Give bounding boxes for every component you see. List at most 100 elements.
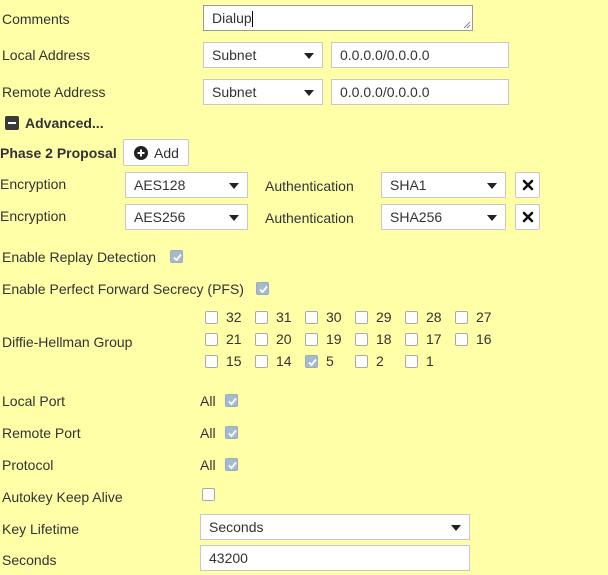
text-cursor bbox=[251, 11, 253, 28]
comments-value: Dialup bbox=[212, 10, 252, 26]
remote-address-type-select[interactable]: Subnet bbox=[203, 79, 323, 105]
protocol-value: All bbox=[200, 457, 216, 473]
dh-group-checkbox[interactable] bbox=[355, 333, 368, 346]
dh-group-value: 1 bbox=[426, 353, 434, 369]
pfs-checkbox[interactable] bbox=[256, 282, 269, 295]
dh-group-value: 15 bbox=[226, 353, 242, 369]
check-icon bbox=[259, 285, 268, 294]
remote-port-value: All bbox=[200, 425, 216, 441]
dh-group-value: 19 bbox=[326, 331, 342, 347]
dh-group-value: 5 bbox=[326, 353, 334, 369]
dh-group-checkbox[interactable] bbox=[255, 311, 268, 324]
dh-group-checkbox[interactable] bbox=[455, 311, 468, 324]
local-port-value: All bbox=[200, 393, 216, 409]
chevron-down-icon bbox=[304, 90, 314, 96]
authentication-select[interactable]: SHA1 bbox=[381, 172, 506, 198]
remote-address-input[interactable]: 0.0.0.0/0.0.0.0 bbox=[331, 79, 509, 105]
dh-group-value: 17 bbox=[426, 331, 442, 347]
advanced-label: Advanced... bbox=[25, 115, 104, 131]
chevron-down-icon bbox=[487, 215, 497, 221]
dh-group-value: 21 bbox=[226, 331, 242, 347]
seconds-value: 43200 bbox=[209, 550, 248, 566]
dh-group-value: 31 bbox=[276, 309, 292, 325]
resize-grip-icon[interactable] bbox=[463, 21, 471, 29]
check-icon bbox=[228, 397, 237, 406]
authentication-value: SHA1 bbox=[390, 177, 427, 193]
replay-detection-label: Enable Replay Detection bbox=[2, 249, 157, 265]
dh-group-label: Diffie-Hellman Group bbox=[2, 334, 133, 350]
authentication-label: Authentication bbox=[265, 178, 354, 194]
key-lifetime-value: Seconds bbox=[209, 519, 264, 535]
chevron-down-icon bbox=[229, 215, 239, 221]
encryption-label: Encryption bbox=[0, 176, 67, 192]
chevron-down-icon bbox=[304, 53, 314, 59]
local-port-label: Local Port bbox=[2, 393, 66, 409]
dh-group-value: 18 bbox=[376, 331, 392, 347]
dh-group-checkbox[interactable] bbox=[255, 355, 268, 368]
replay-detection-checkbox[interactable] bbox=[170, 250, 183, 263]
encryption-select[interactable]: AES128 bbox=[125, 172, 248, 198]
x-icon bbox=[522, 211, 534, 223]
check-icon bbox=[173, 253, 182, 262]
protocol-all-checkbox[interactable] bbox=[225, 458, 238, 471]
protocol-label: Protocol bbox=[2, 457, 54, 473]
authentication-select[interactable]: SHA256 bbox=[381, 204, 506, 230]
chevron-down-icon bbox=[229, 183, 239, 189]
comments-input[interactable]: Dialup bbox=[203, 5, 473, 31]
local-address-type-select[interactable]: Subnet bbox=[203, 42, 323, 68]
dh-group-checkbox[interactable] bbox=[405, 311, 418, 324]
key-lifetime-select[interactable]: Seconds bbox=[200, 514, 470, 540]
encryption-value: AES128 bbox=[134, 177, 186, 193]
remote-port-label: Remote Port bbox=[2, 425, 81, 441]
autokey-label: Autokey Keep Alive bbox=[2, 489, 123, 505]
encryption-select[interactable]: AES256 bbox=[125, 204, 248, 230]
dh-group-checkbox[interactable] bbox=[205, 333, 218, 346]
autokey-checkbox[interactable] bbox=[202, 488, 215, 501]
minus-square-icon bbox=[5, 116, 19, 130]
local-address-value: 0.0.0.0/0.0.0.0 bbox=[340, 47, 430, 63]
dh-group-checkbox[interactable] bbox=[405, 355, 418, 368]
dh-group-value: 32 bbox=[226, 309, 242, 325]
remote-address-type-value: Subnet bbox=[212, 84, 257, 100]
dh-group-value: 28 bbox=[426, 309, 442, 325]
dh-group-checkbox[interactable] bbox=[405, 333, 418, 346]
remote-port-all-checkbox[interactable] bbox=[225, 426, 238, 439]
remote-address-label: Remote Address bbox=[2, 84, 106, 100]
dh-group-checkbox[interactable] bbox=[355, 311, 368, 324]
plus-circle-icon bbox=[134, 146, 148, 160]
dh-group-value: 14 bbox=[276, 353, 292, 369]
dh-group-checkbox[interactable] bbox=[205, 311, 218, 324]
remove-proposal-button[interactable] bbox=[515, 172, 540, 198]
phase2-proposal-label: Phase 2 Proposal bbox=[0, 145, 117, 161]
check-icon bbox=[228, 461, 237, 470]
pfs-label: Enable Perfect Forward Secrecy (PFS) bbox=[2, 281, 244, 297]
dh-group-value: 29 bbox=[376, 309, 392, 325]
local-address-input[interactable]: 0.0.0.0/0.0.0.0 bbox=[331, 42, 509, 68]
local-address-type-value: Subnet bbox=[212, 47, 257, 63]
dh-group-value: 27 bbox=[476, 309, 492, 325]
dh-group-checkbox[interactable] bbox=[305, 333, 318, 346]
chevron-down-icon bbox=[451, 525, 461, 531]
comments-label: Comments bbox=[2, 11, 70, 27]
dh-group-value: 16 bbox=[476, 331, 492, 347]
authentication-value: SHA256 bbox=[390, 209, 443, 225]
dh-group-value: 30 bbox=[326, 309, 342, 325]
dh-group-value: 20 bbox=[276, 331, 292, 347]
add-proposal-label: Add bbox=[154, 145, 179, 161]
chevron-down-icon bbox=[487, 183, 497, 189]
dh-group-checkbox[interactable] bbox=[455, 333, 468, 346]
add-proposal-button[interactable]: Add bbox=[123, 139, 189, 166]
check-icon bbox=[228, 429, 237, 438]
dh-group-checkbox[interactable] bbox=[205, 355, 218, 368]
remove-proposal-button[interactable] bbox=[515, 204, 540, 230]
check-icon bbox=[308, 358, 317, 367]
dh-group-checkbox[interactable] bbox=[305, 311, 318, 324]
local-address-label: Local Address bbox=[2, 47, 90, 63]
dh-group-checkbox[interactable] bbox=[305, 355, 318, 368]
seconds-label: Seconds bbox=[2, 552, 57, 568]
seconds-input[interactable]: 43200 bbox=[200, 545, 470, 571]
local-port-all-checkbox[interactable] bbox=[225, 394, 238, 407]
dh-group-checkbox[interactable] bbox=[255, 333, 268, 346]
encryption-value: AES256 bbox=[134, 209, 186, 225]
dh-group-checkbox[interactable] bbox=[355, 355, 368, 368]
